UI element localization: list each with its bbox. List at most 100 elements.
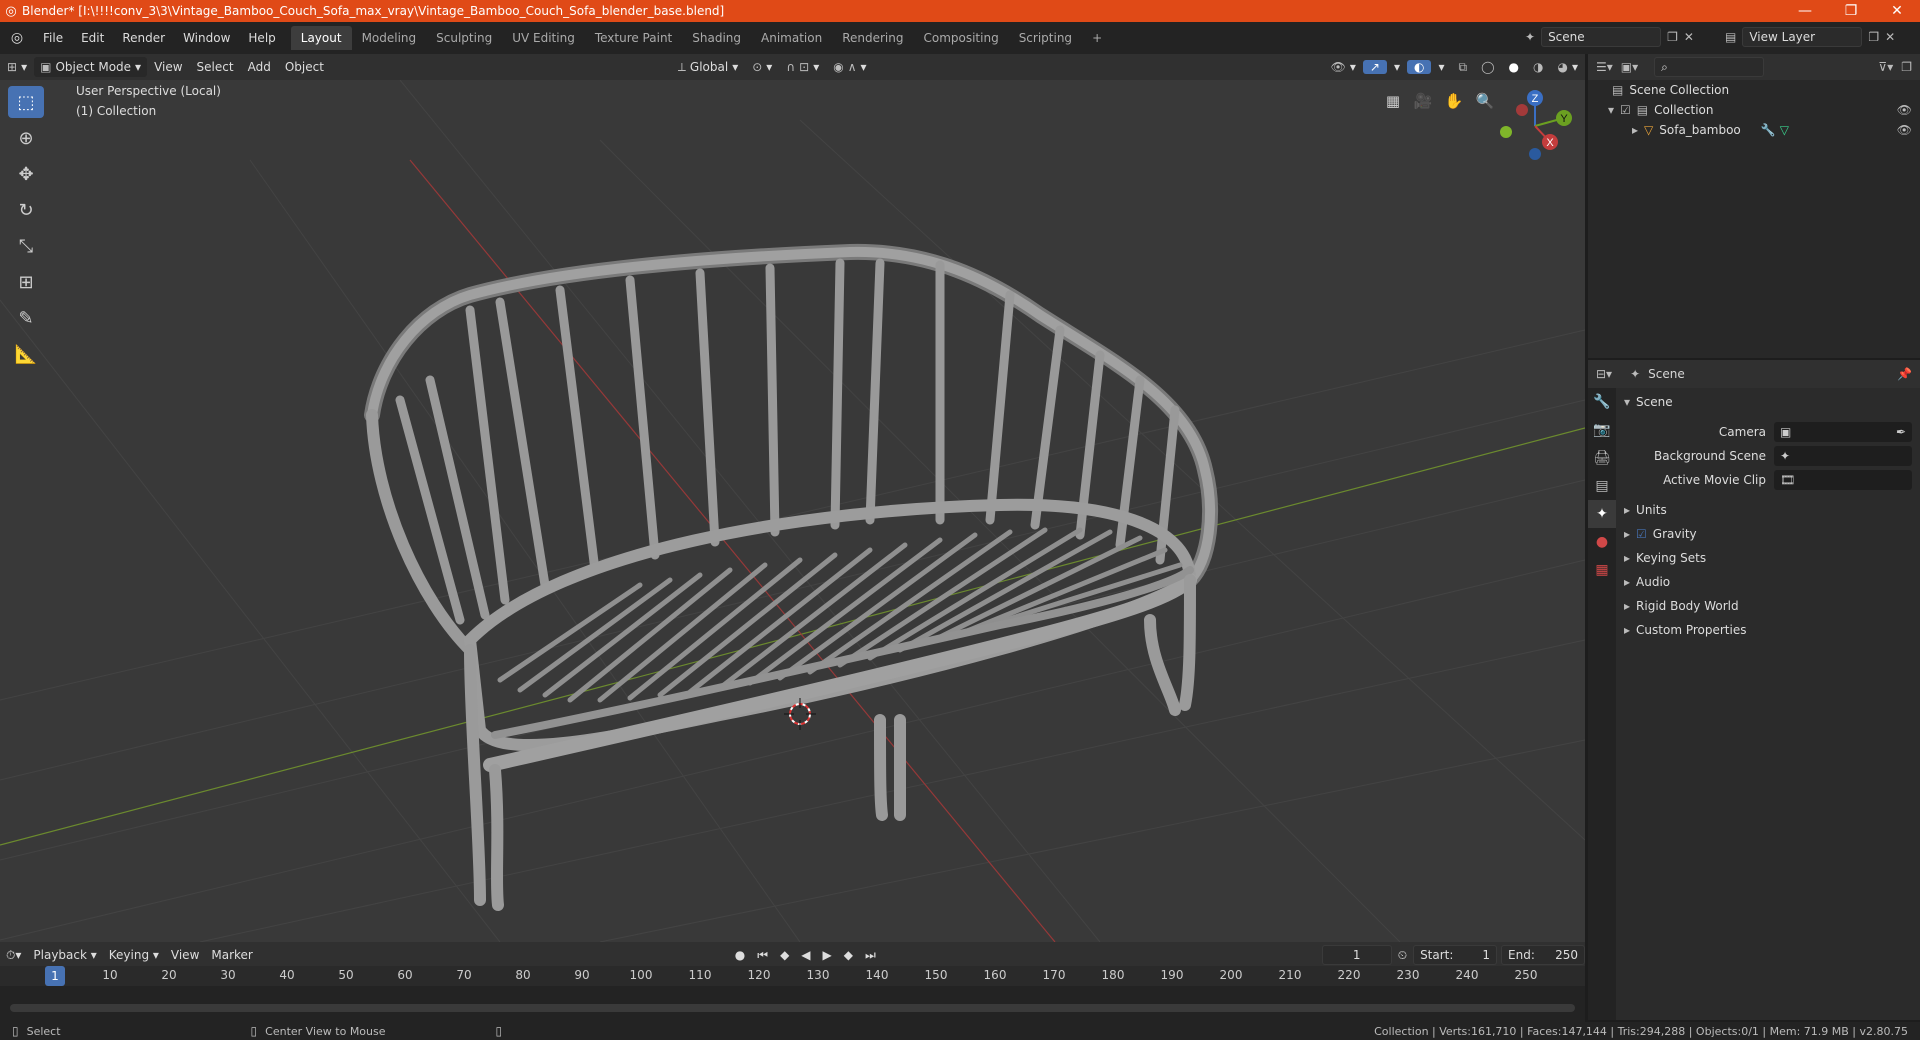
eyedropper-icon[interactable]: ✒ [1896,425,1906,439]
panel-custom-properties[interactable]: ▸ Custom Properties [1618,618,1920,642]
menu-help[interactable]: Help [239,31,284,45]
pin-icon[interactable]: 📌 [1897,367,1912,381]
measure-tool[interactable]: 📐 [8,338,44,370]
navigation-gizmo[interactable]: Z Y X [1490,84,1580,164]
editor-type-button[interactable]: ⊞ ▾ [0,60,34,74]
outliner-row-scene-collection[interactable]: ▤ Scene Collection [1588,80,1920,100]
overlay-button[interactable]: ◐ [1406,60,1432,74]
proportional-button[interactable]: ◉ ∧ ▾ [826,60,873,74]
jump-start-button[interactable]: ⏮ [751,948,774,963]
tab-layout[interactable]: Layout [290,26,352,50]
shading-material[interactable]: ◑ [1526,60,1550,74]
menu-edit[interactable]: Edit [72,31,113,45]
panel-units[interactable]: ▸ Units [1618,498,1920,522]
gizmo-dropdown[interactable]: ▾ [1387,60,1407,74]
outliner-editor-icon[interactable]: ☰▾ [1596,60,1613,74]
tab-texture[interactable]: ▦ [1588,556,1616,584]
outliner-row-collection[interactable]: ▾ ☑ ▤ Collection 👁 [1588,100,1920,120]
menu-view[interactable]: View [147,60,189,74]
end-frame-field[interactable]: End: 250 [1501,945,1586,965]
select-box-tool[interactable]: ⬚ [8,86,44,118]
mode-dropdown[interactable]: ▣ Object Mode ▾ [34,57,148,77]
menu-file[interactable]: File [34,31,72,45]
expand-arrow-icon[interactable]: ▾ [1608,103,1614,117]
remove-scene-icon[interactable]: ✕ [1684,30,1694,44]
move-tool[interactable]: ✥ [8,158,44,190]
transform-tool[interactable]: ⊞ [8,266,44,298]
new-view-layer-icon[interactable]: ❐ [1868,30,1879,44]
outliner-search-input[interactable]: ⌕ [1654,57,1765,77]
menu-window[interactable]: Window [174,31,239,45]
eye-icon[interactable]: 👁 [1897,123,1912,137]
menu-keying[interactable]: Keying ▾ [103,948,165,962]
close-button[interactable]: ✕ [1874,3,1920,19]
minimize-button[interactable]: — [1782,3,1828,19]
tab-rendering[interactable]: Rendering [832,26,913,50]
overlay-dropdown[interactable]: ▾ [1431,60,1451,74]
zoom-icon[interactable]: 🔍 [1472,88,1498,114]
filter-icon[interactable]: ⊽▾ [1878,60,1893,74]
panel-keying-sets[interactable]: ▸ Keying Sets [1618,546,1920,570]
play-button[interactable]: ▶ [817,948,838,962]
timeline-scrollbar[interactable] [10,1004,1575,1012]
3d-viewport[interactable]: User Perspective (Local) (1) Collection … [0,80,1585,942]
new-scene-icon[interactable]: ❐ [1667,30,1678,44]
add-workspace-button[interactable]: + [1082,26,1112,50]
tab-output[interactable]: 🖨 [1588,444,1616,472]
scale-tool[interactable]: ⤡ [8,230,44,262]
xray-button[interactable]: ⧉ [1452,60,1475,75]
clock-icon[interactable]: ⏲ [1392,948,1413,963]
toggle-camera-view-icon[interactable]: ▦ [1380,88,1406,114]
menu-add[interactable]: Add [241,60,278,74]
panel-audio[interactable]: ▸ Audio [1618,570,1920,594]
gravity-checkbox[interactable]: ☑ [1636,527,1647,541]
view-layer-field[interactable]: View Layer [1742,27,1863,47]
record-button[interactable]: ● [729,948,751,962]
checkbox-icon[interactable]: ☑ [1620,103,1631,117]
current-frame-indicator[interactable]: 1 [45,966,65,986]
tab-view-layer[interactable]: ▤ [1588,472,1616,500]
shading-rendered[interactable]: ◕ ▾ [1550,60,1585,74]
timeline-ruler[interactable]: 1 10 20 30 40 50 60 70 80 90 100 110 120… [0,966,1585,986]
outliner-row-sofa[interactable]: ▸ ▽ Sofa_bamboo 🔧 ▽ 👁 [1588,120,1920,140]
panel-rigid-body-world[interactable]: ▸ Rigid Body World [1618,594,1920,618]
properties-editor-icon[interactable]: ⊟▾ [1596,367,1612,381]
remove-view-layer-icon[interactable]: ✕ [1885,30,1895,44]
pivot-button[interactable]: ⊙ ▾ [745,60,779,74]
pan-hand-icon[interactable]: ✋ [1441,88,1467,114]
background-scene-field[interactable]: ✦ [1774,446,1912,466]
start-frame-field[interactable]: Start: 1 [1413,945,1498,965]
tab-tool[interactable]: 🔧 [1588,388,1616,416]
menu-timeline-view[interactable]: View [165,948,205,962]
tab-texture-paint[interactable]: Texture Paint [585,26,682,50]
orientation-dropdown[interactable]: ⟂ Global ▾ [671,60,745,75]
tab-shading[interactable]: Shading [682,26,751,50]
shading-solid[interactable]: ● [1502,60,1526,74]
blender-menu-icon[interactable]: ◎ [0,30,34,46]
tab-scripting[interactable]: Scripting [1009,26,1082,50]
gizmo-button[interactable]: ↗ [1362,60,1387,74]
expand-arrow-icon[interactable]: ▸ [1632,123,1638,137]
panel-gravity[interactable]: ▸ ☑ Gravity [1618,522,1920,546]
current-frame-field[interactable]: 1 [1321,945,1392,965]
rotate-tool[interactable]: ↻ [8,194,44,226]
menu-object[interactable]: Object [278,60,331,74]
menu-marker[interactable]: Marker [205,948,258,962]
movie-clip-field[interactable]: 🎞 [1774,470,1912,490]
tab-sculpting[interactable]: Sculpting [426,26,502,50]
tab-uv-editing[interactable]: UV Editing [502,26,585,50]
menu-render[interactable]: Render [113,31,174,45]
tab-world[interactable]: ● [1588,528,1616,556]
menu-select[interactable]: Select [190,60,241,74]
camera-field[interactable]: ▣ ✒ [1774,422,1912,442]
new-collection-icon[interactable]: ❐ [1901,60,1912,74]
tab-compositing[interactable]: Compositing [913,26,1008,50]
annotate-tool[interactable]: ✎ [8,302,44,334]
tab-modeling[interactable]: Modeling [352,26,427,50]
menu-playback[interactable]: Playback ▾ [27,948,102,962]
visibility-button[interactable]: 👁 ▾ [1324,60,1363,74]
camera-icon[interactable]: 🎥 [1410,88,1436,114]
cursor-tool[interactable]: ⊕ [8,122,44,154]
scene-panel-header[interactable]: ▾ Scene [1618,390,1920,414]
eye-icon[interactable]: 👁 [1897,103,1912,117]
